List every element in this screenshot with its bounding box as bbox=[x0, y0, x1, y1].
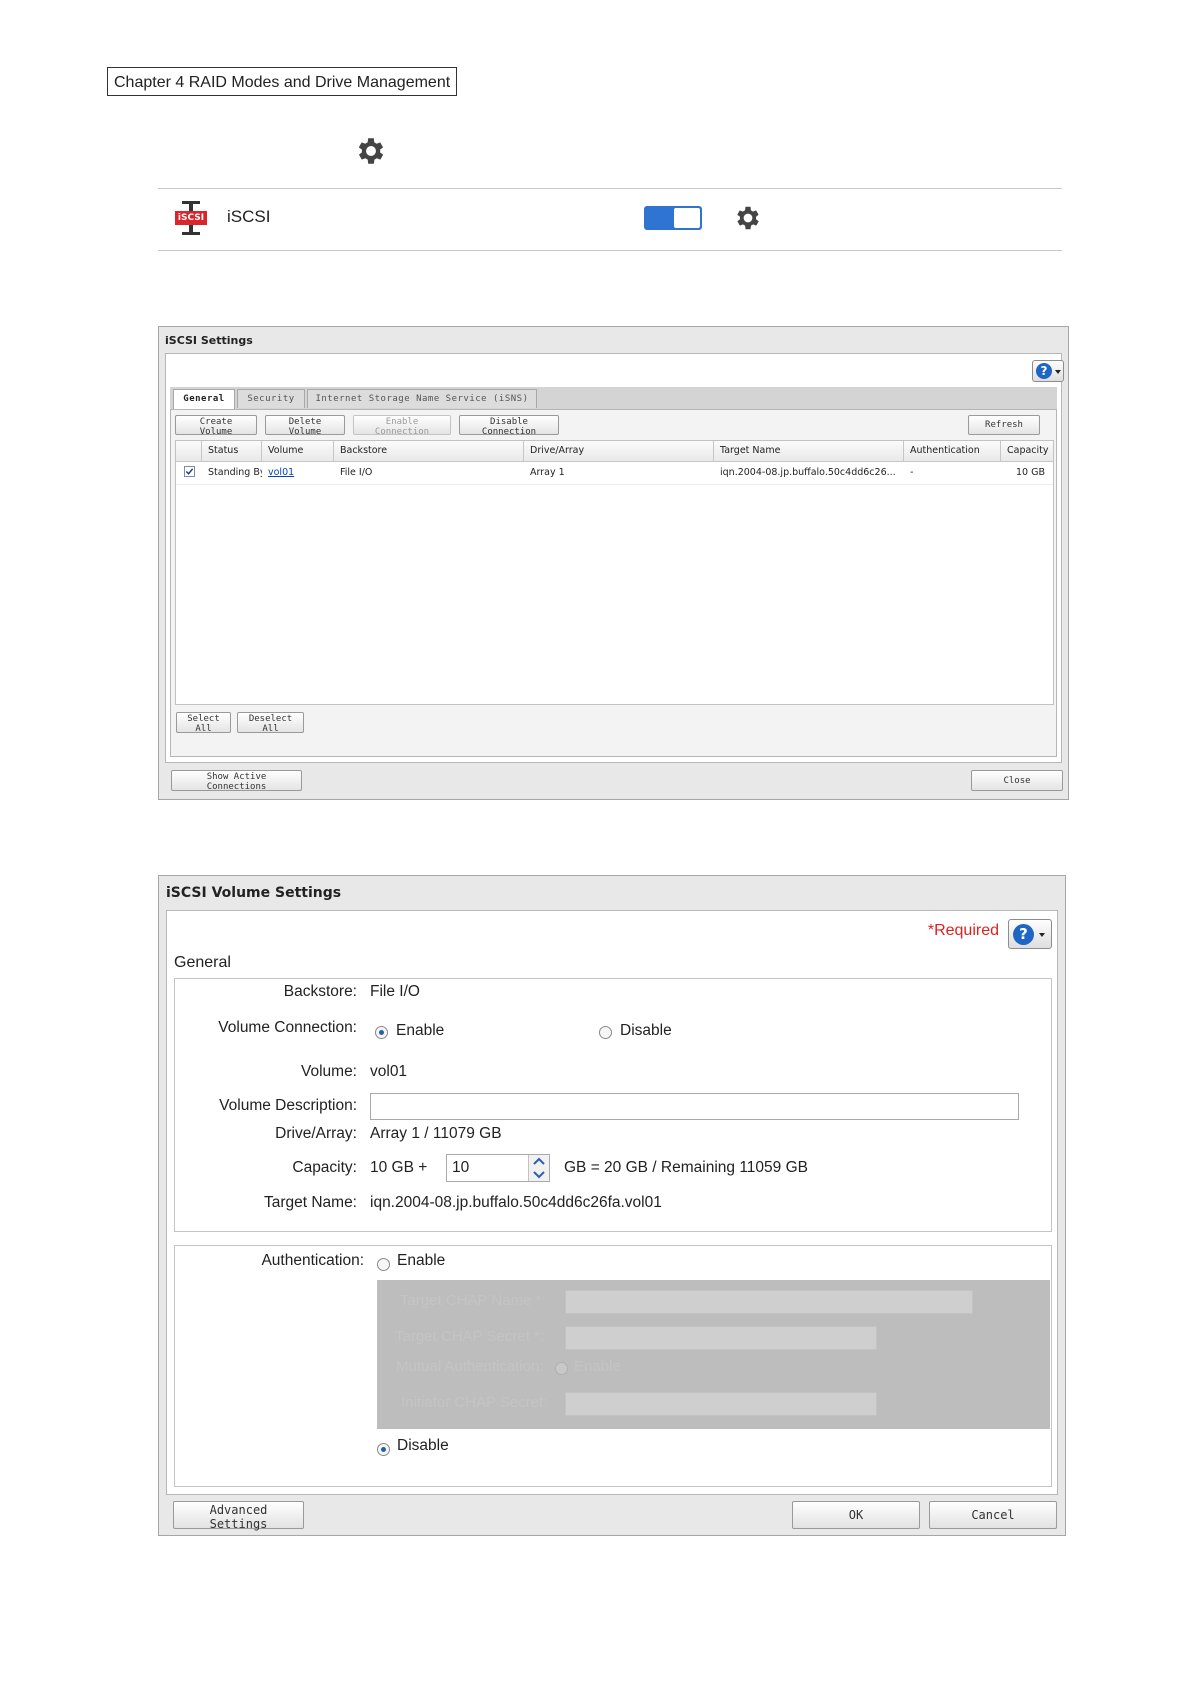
auth-disable-label[interactable]: Disable bbox=[397, 1437, 449, 1455]
chap-secret-input bbox=[565, 1326, 877, 1350]
connection-enable-label[interactable]: Enable bbox=[396, 1022, 444, 1040]
cancel-button[interactable]: Cancel bbox=[929, 1501, 1057, 1529]
column-header-authentication[interactable]: Authentication bbox=[904, 441, 1001, 461]
chevron-down-icon bbox=[1039, 933, 1045, 937]
tab-content: Create Volume Delete Volume Enable Conne… bbox=[170, 409, 1057, 757]
create-volume-button[interactable]: Create Volume bbox=[175, 415, 257, 437]
volume-table: Status Volume Backstore Drive/Array Targ… bbox=[175, 440, 1054, 705]
column-header-backstore[interactable]: Backstore bbox=[334, 441, 524, 461]
row-volume-link[interactable]: vol01 bbox=[262, 463, 334, 483]
help-button[interactable]: ? bbox=[1032, 360, 1064, 382]
required-note: *Required bbox=[927, 922, 999, 939]
chap-settings-overlay: Target CHAP Name *: Target CHAP Secret *… bbox=[377, 1280, 1050, 1429]
chevron-down-icon bbox=[1055, 370, 1061, 374]
chevron-down-icon[interactable] bbox=[529, 1168, 549, 1181]
chap-name-label: Target CHAP Name *: bbox=[400, 1292, 546, 1309]
tab-isns[interactable]: Internet Storage Name Service (iSNS) bbox=[307, 389, 537, 408]
initiator-secret-label: Initiator CHAP Secret: bbox=[401, 1394, 548, 1411]
help-button[interactable]: ? bbox=[1008, 919, 1052, 949]
advanced-settings-button[interactable]: Advanced Settings bbox=[173, 1501, 304, 1531]
chevron-up-icon[interactable] bbox=[529, 1155, 549, 1168]
capacity-stepper[interactable]: 10 bbox=[446, 1154, 550, 1182]
table-header: Status Volume Backstore Drive/Array Targ… bbox=[176, 441, 1053, 462]
capacity-suffix: GB = 20 GB / Remaining 11059 GB bbox=[564, 1159, 808, 1176]
help-icon: ? bbox=[1036, 363, 1052, 379]
tab-general[interactable]: General bbox=[173, 389, 235, 409]
column-header-drive-array[interactable]: Drive/Array bbox=[524, 441, 714, 461]
target-name-value: iqn.2004-08.jp.buffalo.50c4dd6c26fa.vol0… bbox=[370, 1194, 662, 1211]
iscsi-label: iSCSI bbox=[227, 207, 271, 226]
row-drive-array: Array 1 bbox=[530, 467, 565, 478]
volume-settings-panel: *Required ? General Backstore: File I/O … bbox=[166, 910, 1058, 1495]
row-checkbox[interactable] bbox=[184, 466, 195, 477]
connection-enable-radio[interactable] bbox=[375, 1026, 388, 1039]
column-header-status[interactable]: Status bbox=[202, 441, 262, 461]
connection-disable-radio[interactable] bbox=[599, 1026, 612, 1039]
check-icon bbox=[185, 468, 194, 475]
chap-name-input bbox=[565, 1290, 973, 1314]
column-header-capacity[interactable]: Capacity bbox=[1001, 441, 1053, 461]
general-group: Backstore: File I/O Volume Connection: E… bbox=[174, 978, 1052, 1232]
chap-secret-label: Target CHAP Secret *: bbox=[395, 1328, 544, 1345]
iscsi-settings-window: iSCSI Settings ? General Security Intern… bbox=[158, 326, 1069, 800]
volume-description-label: Volume Description: bbox=[219, 1097, 357, 1114]
section-title: General bbox=[174, 954, 231, 971]
refresh-button[interactable]: Refresh bbox=[968, 415, 1040, 435]
help-icon: ? bbox=[1013, 924, 1034, 945]
backstore-label: Backstore: bbox=[283, 983, 357, 1000]
volume-settings-window: iSCSI Volume Settings *Required ? Genera… bbox=[158, 875, 1066, 1536]
auth-enable-radio[interactable] bbox=[377, 1258, 390, 1271]
capacity-prefix: 10 GB + bbox=[370, 1159, 428, 1176]
volume-connection-label: Volume Connection: bbox=[218, 1019, 357, 1036]
tab-security[interactable]: Security bbox=[237, 389, 305, 408]
column-header-volume[interactable]: Volume bbox=[262, 441, 334, 461]
volume-value: vol01 bbox=[370, 1063, 408, 1080]
chapter-header: Chapter 4 RAID Modes and Drive Managemen… bbox=[107, 67, 458, 96]
table-row[interactable]: Standing By vol01 File I/O Array 1 iqn.2… bbox=[176, 462, 1053, 485]
deselect-all-button[interactable]: Deselect All bbox=[237, 712, 304, 734]
tab-strip: General Security Internet Storage Name S… bbox=[170, 387, 1057, 409]
select-all-button[interactable]: Select All bbox=[176, 712, 231, 734]
iscsi-icon: iSCSI bbox=[174, 201, 208, 235]
column-header-target-name[interactable]: Target Name bbox=[714, 441, 904, 461]
mutual-enable-checkbox bbox=[555, 1362, 568, 1375]
volume-description-input[interactable] bbox=[370, 1093, 1019, 1120]
auth-enable-label[interactable]: Enable bbox=[397, 1252, 445, 1270]
row-target-name: iqn.2004-08.jp.buffalo.50c4dd6c26... bbox=[720, 467, 896, 478]
mutual-auth-label: Mutual Authentication: bbox=[396, 1358, 544, 1375]
divider bbox=[158, 250, 1062, 251]
gear-icon[interactable] bbox=[354, 134, 388, 168]
target-name-label: Target Name: bbox=[263, 1194, 357, 1211]
ok-button[interactable]: OK bbox=[792, 1501, 920, 1529]
row-status: Standing By bbox=[208, 467, 262, 478]
row-capacity: 10 GB bbox=[1016, 467, 1045, 478]
iscsi-toggle[interactable] bbox=[644, 206, 702, 230]
drive-array-value: Array 1 / 11079 GB bbox=[370, 1125, 502, 1142]
capacity-label: Capacity: bbox=[292, 1159, 357, 1176]
window-title: iSCSI Volume Settings bbox=[166, 885, 342, 901]
delete-volume-button[interactable]: Delete Volume bbox=[265, 415, 345, 437]
authentication-group: Authentication: Enable Target CHAP Name … bbox=[174, 1245, 1052, 1487]
authentication-label: Authentication: bbox=[261, 1252, 364, 1269]
backstore-value: File I/O bbox=[370, 983, 420, 1000]
auth-disable-radio[interactable] bbox=[377, 1443, 390, 1456]
enable-connection-button[interactable]: Enable Connection bbox=[353, 415, 451, 437]
capacity-input[interactable]: 10 bbox=[452, 1159, 469, 1177]
show-active-connections-button[interactable]: Show Active Connections bbox=[171, 770, 302, 792]
iscsi-settings-gear-icon[interactable] bbox=[733, 203, 763, 233]
initiator-secret-input bbox=[565, 1392, 877, 1416]
window-title: iSCSI Settings bbox=[165, 334, 253, 347]
disable-connection-button[interactable]: Disable Connection bbox=[459, 415, 559, 437]
divider bbox=[158, 188, 1062, 189]
column-header-select bbox=[176, 441, 202, 461]
connection-disable-label[interactable]: Disable bbox=[620, 1022, 672, 1040]
drive-array-label: Drive/Array: bbox=[275, 1125, 357, 1142]
volume-label: Volume: bbox=[300, 1063, 357, 1080]
mutual-enable-label: Enable bbox=[574, 1358, 621, 1375]
settings-panel: ? General Security Internet Storage Name… bbox=[165, 353, 1064, 763]
row-authentication: - bbox=[910, 467, 914, 478]
row-backstore: File I/O bbox=[340, 467, 373, 478]
stepper-buttons[interactable] bbox=[528, 1155, 549, 1181]
close-button[interactable]: Close bbox=[971, 770, 1063, 791]
